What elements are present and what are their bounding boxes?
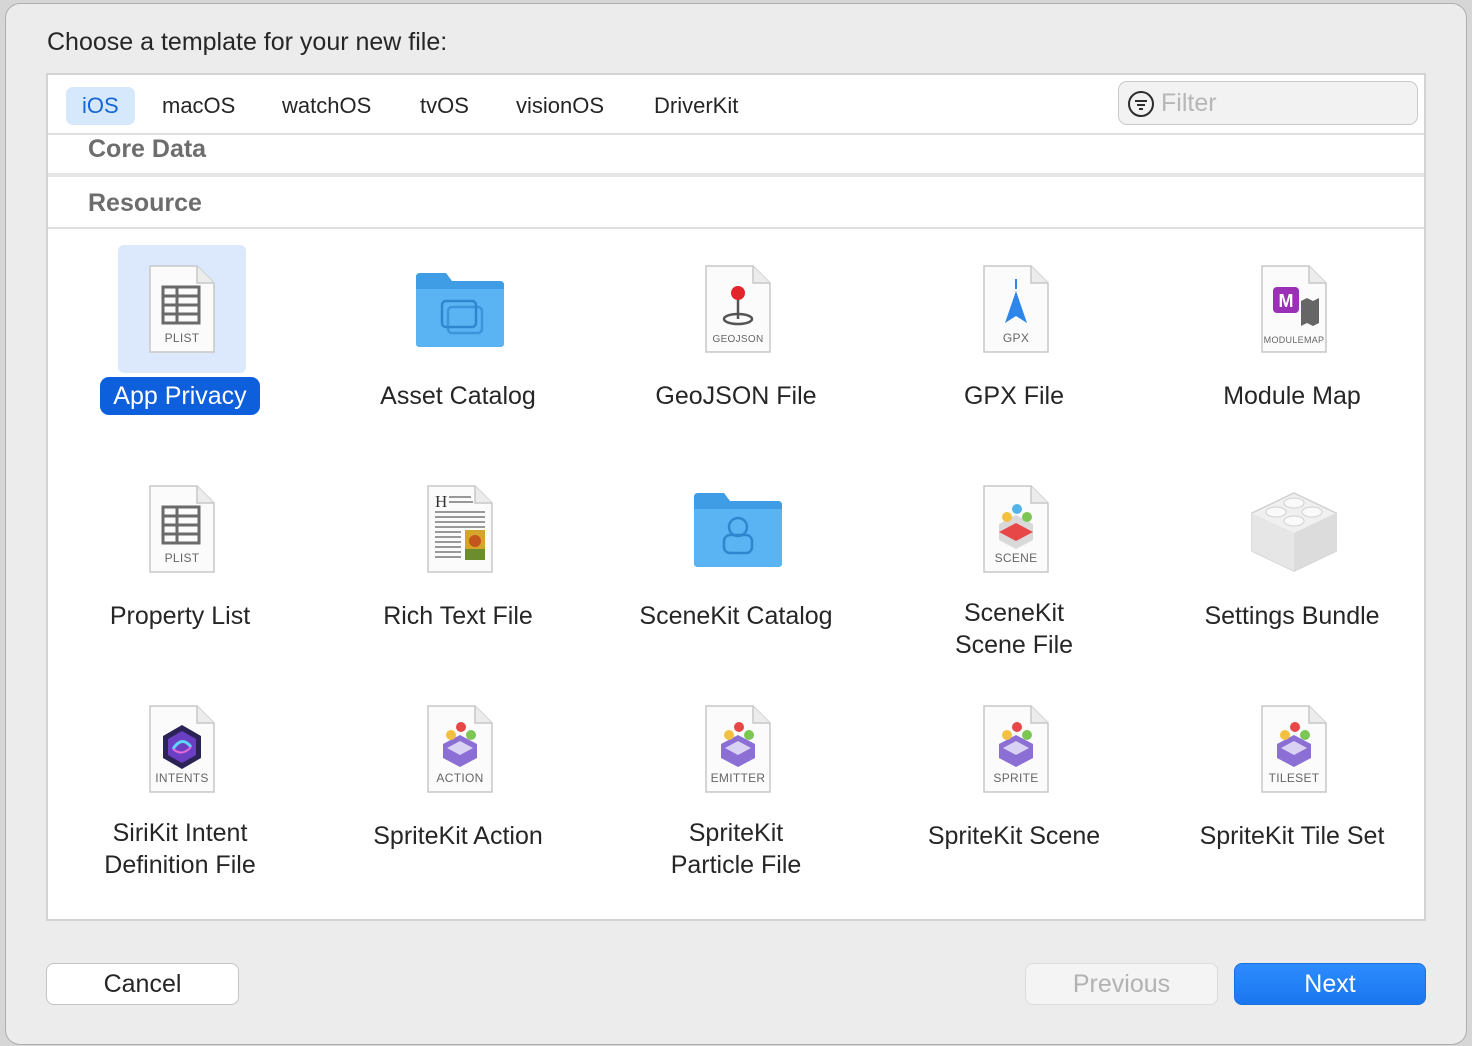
template-rich-text-file[interactable]: H Rich Text File <box>328 457 588 667</box>
template-label: SiriKit Intent Definition File <box>104 819 256 879</box>
section-core-data[interactable]: Core Data <box>48 135 1424 177</box>
file-type-tag: ACTION <box>436 771 484 785</box>
template-sirikit-intent-definition-file[interactable]: INTENTS SiriKit Intent Definition File <box>50 677 310 887</box>
template-label: Rich Text File <box>383 602 533 630</box>
filter-input[interactable] <box>1161 88 1401 118</box>
scene-document-icon: SCENE <box>983 485 1049 573</box>
cancel-button[interactable]: Cancel <box>46 963 239 1005</box>
scenekit-folder-icon <box>694 493 782 567</box>
action-document-icon: ACTION <box>427 705 493 793</box>
modulemap-document-icon: M MODULEMAP <box>1261 265 1327 353</box>
plist-document-icon: PLIST <box>149 265 215 353</box>
tab-macos[interactable]: macOS <box>146 87 251 125</box>
intents-document-icon: INTENTS <box>149 705 215 793</box>
template-label: SpriteKit Particle File <box>670 819 802 879</box>
template-label: GPX File <box>963 382 1065 410</box>
file-type-tag: INTENTS <box>155 771 209 785</box>
gpx-document-icon: GPX <box>983 265 1049 353</box>
template-settings-bundle[interactable]: Settings Bundle <box>1162 457 1422 667</box>
plist-document-icon: PLIST <box>149 485 215 573</box>
tab-tvos[interactable]: tvOS <box>404 87 485 125</box>
template-label: SpriteKit Tile Set <box>1199 822 1385 850</box>
template-property-list[interactable]: PLIST Property List <box>50 457 310 667</box>
template-asset-catalog[interactable]: Asset Catalog <box>328 237 588 447</box>
template-module-map[interactable]: M MODULEMAP Module Map <box>1162 237 1422 447</box>
template-label: Asset Catalog <box>380 382 536 410</box>
template-label: GeoJSON File <box>655 382 817 410</box>
template-label: SpriteKit Action <box>373 822 543 850</box>
lego-brick-icon <box>1251 492 1337 572</box>
template-gpx-file[interactable]: GPX GPX File <box>884 237 1144 447</box>
template-label: App Privacy <box>50 377 310 415</box>
template-label: SpriteKit Scene <box>927 822 1101 850</box>
file-type-tag: SCENE <box>994 551 1038 565</box>
tab-driverkit[interactable]: DriverKit <box>638 87 754 125</box>
new-file-dialog: Choose a template for your new file: iOS… <box>6 4 1466 1044</box>
template-scenekit-catalog[interactable]: SceneKit Catalog <box>606 457 866 667</box>
svg-text:H: H <box>435 492 447 511</box>
template-label: SceneKit Catalog <box>639 602 833 630</box>
rich-text-document-icon: H <box>427 485 493 573</box>
asset-folder-icon <box>416 273 504 347</box>
file-type-tag: PLIST <box>164 331 200 345</box>
template-label: Property List <box>109 602 251 630</box>
template-spritekit-action[interactable]: ACTION SpriteKit Action <box>328 677 588 887</box>
emitter-document-icon: EMITTER <box>705 705 771 793</box>
file-type-tag: PLIST <box>164 551 200 565</box>
filter-icon <box>1128 91 1154 117</box>
sprite-document-icon: SPRITE <box>983 705 1049 793</box>
platform-bar: iOS macOS watchOS tvOS visionOS DriverKi… <box>48 75 1424 135</box>
next-button[interactable]: Next <box>1234 963 1426 1005</box>
tab-ios[interactable]: iOS <box>66 87 135 125</box>
file-type-tag: MODULEMAP <box>1263 335 1325 345</box>
tab-visionos[interactable]: visionOS <box>500 87 620 125</box>
file-type-tag: GEOJSON <box>712 334 764 345</box>
template-spritekit-scene[interactable]: SPRITE SpriteKit Scene <box>884 677 1144 887</box>
template-app-privacy[interactable]: PLIST App Privacy <box>50 237 310 447</box>
dialog-title: Choose a template for your new file: <box>47 28 448 56</box>
template-scenekit-scene-file[interactable]: SCENE SceneKit Scene File <box>884 457 1144 667</box>
icon-box: PLIST <box>118 245 246 373</box>
geojson-document-icon: GEOJSON <box>705 265 771 353</box>
filter-field[interactable] <box>1118 81 1418 125</box>
template-label: Settings Bundle <box>1204 602 1380 630</box>
tileset-document-icon: TILESET <box>1261 705 1327 793</box>
template-label: Module Map <box>1223 382 1361 410</box>
section-title: Core Data <box>88 135 207 163</box>
template-spritekit-tile-set[interactable]: TILESET SpriteKit Tile Set <box>1162 677 1422 887</box>
template-label: SceneKit Scene File <box>954 599 1074 659</box>
file-type-tag: SPRITE <box>993 771 1039 785</box>
file-type-tag: GPX <box>1002 331 1030 345</box>
template-panel: iOS macOS watchOS tvOS visionOS DriverKi… <box>46 73 1426 921</box>
file-type-tag: TILESET <box>1268 771 1320 785</box>
tab-watchos[interactable]: watchOS <box>266 87 387 125</box>
section-title: Resource <box>88 189 202 217</box>
section-resource[interactable]: Resource <box>48 181 1424 229</box>
file-type-tag: EMITTER <box>710 771 766 785</box>
template-spritekit-particle-file[interactable]: EMITTER SpriteKit Particle File <box>606 677 866 887</box>
svg-text:M: M <box>1279 291 1294 311</box>
template-geojson-file[interactable]: GEOJSON GeoJSON File <box>606 237 866 447</box>
template-grid: PLIST App Privacy Asset Catalog GEOJSON … <box>48 229 1424 919</box>
previous-button[interactable]: Previous <box>1025 963 1218 1005</box>
